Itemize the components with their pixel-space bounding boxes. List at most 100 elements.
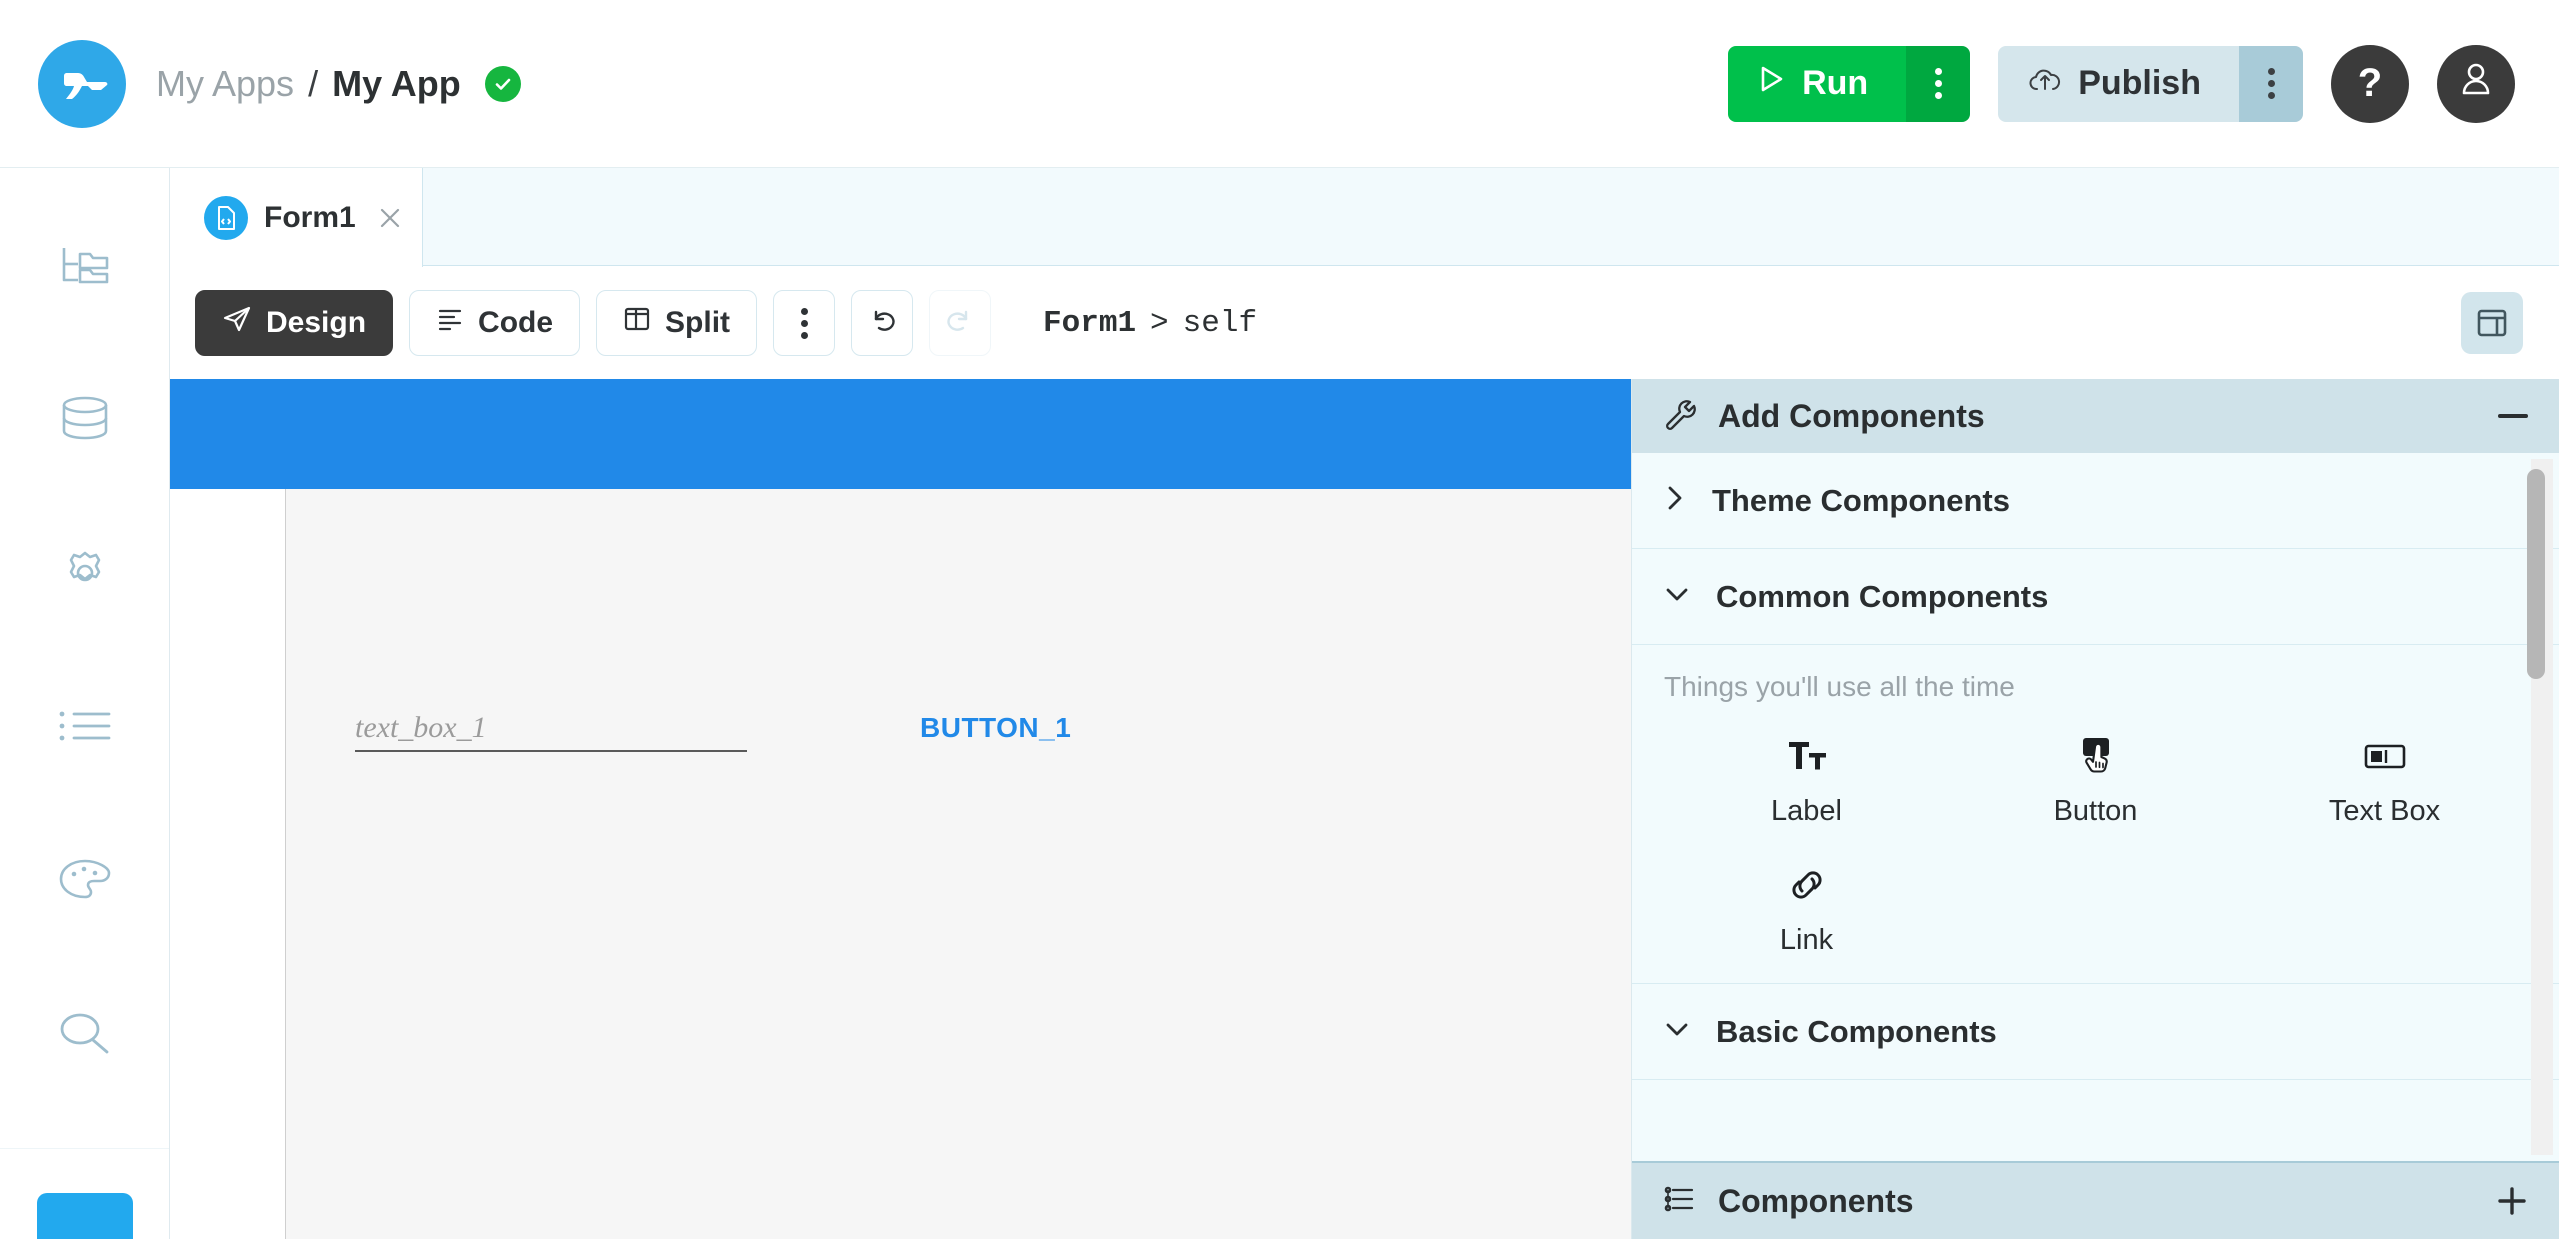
form-body[interactable] (285, 489, 1631, 1239)
run-button-group: Run (1728, 45, 1971, 122)
cursor-arrow-icon (222, 305, 252, 341)
toolbar-breadcrumb-separator: > (1150, 305, 1169, 341)
panel-scrollbar-thumb[interactable] (2527, 469, 2545, 679)
publish-button-label: Publish (2078, 64, 2201, 102)
tab-form1[interactable]: Form1 (170, 168, 423, 267)
editor-toolbar: Design Code Split Form1 > self (170, 267, 2559, 379)
components-footer-header[interactable]: Components (1632, 1161, 2559, 1239)
redo-button[interactable] (929, 290, 992, 356)
left-sidebar (0, 168, 170, 1239)
breadcrumb-current[interactable]: My App (332, 63, 461, 105)
split-tab-button[interactable]: Split (596, 290, 758, 356)
split-panes-icon (623, 306, 651, 340)
add-components-title: Add Components (1718, 397, 1985, 434)
sidebar-new-item-button[interactable] (36, 1193, 133, 1239)
section-theme-components[interactable]: Theme Components (1632, 453, 2559, 549)
form-header-bar[interactable] (170, 379, 1631, 489)
publish-button-group: Publish (1998, 45, 2303, 122)
add-components-header[interactable]: Add Components (1632, 379, 2559, 453)
close-icon[interactable] (376, 204, 404, 232)
form-left-gutter (170, 489, 285, 1239)
publish-menu-button[interactable] (2239, 45, 2303, 122)
list-icon (57, 709, 113, 748)
breadcrumb-parent[interactable]: My Apps (156, 63, 294, 105)
code-lines-icon (436, 306, 464, 340)
anvil-logo-icon[interactable] (38, 39, 126, 128)
undo-button[interactable] (851, 290, 914, 356)
layout-panel-icon[interactable] (2461, 292, 2523, 354)
account-button[interactable] (2437, 44, 2515, 123)
run-menu-button[interactable] (1906, 45, 1971, 122)
section-basic-components-label: Basic Components (1716, 1013, 1997, 1049)
components-footer-title: Components (1718, 1182, 1914, 1219)
canvas-text-box[interactable]: text_box_1 (355, 711, 487, 745)
sidebar-bottom (0, 1148, 169, 1239)
chevron-down-icon (1662, 1016, 1692, 1047)
top-bar: My Apps / My App Run Publish ? (0, 0, 2559, 168)
plus-icon[interactable] (2495, 1184, 2529, 1218)
text-format-icon (1786, 733, 1828, 779)
tab-label: Form1 (264, 200, 356, 234)
play-icon (1758, 64, 1786, 103)
design-tab-label: Design (266, 306, 367, 339)
design-tab-button[interactable]: Design (195, 290, 394, 356)
component-label[interactable]: Label (1662, 733, 1951, 828)
minus-icon[interactable] (2497, 411, 2529, 421)
run-button[interactable]: Run (1728, 45, 1907, 122)
section-basic-components[interactable]: Basic Components (1632, 984, 2559, 1080)
sidebar-item-app-settings[interactable] (37, 533, 133, 617)
component-tree-icon (1662, 1183, 1696, 1220)
help-button[interactable]: ? (2331, 44, 2409, 123)
chevron-right-icon (1662, 483, 1688, 518)
palette-icon (57, 856, 113, 909)
component-text-box-text: Text Box (2328, 795, 2441, 827)
toolbar-breadcrumb-target[interactable]: self (1183, 306, 1257, 341)
toolbar-more-button[interactable] (773, 290, 836, 356)
sidebar-item-search[interactable] (37, 994, 133, 1078)
design-canvas[interactable]: text_box_1 BUTTON_1 (170, 379, 1631, 1239)
add-components-scroll-area: Theme Components Common Components Thing… (1632, 453, 2559, 1161)
kebab-menu-icon (800, 307, 808, 339)
breadcrumb-separator: / (308, 62, 319, 104)
wrench-icon (1662, 397, 1696, 436)
sidebar-item-data-tables[interactable] (37, 380, 133, 464)
component-text-box[interactable]: Text Box (2240, 733, 2529, 828)
search-icon (57, 1008, 113, 1065)
sidebar-item-services[interactable] (37, 687, 133, 771)
publish-button[interactable]: Publish (1998, 45, 2239, 122)
button-cursor-icon (2074, 733, 2118, 779)
editor-tab-strip: Form1 (170, 168, 2559, 267)
component-label-text: Label (1771, 795, 1842, 827)
database-icon (58, 394, 112, 449)
canvas-button-1[interactable]: BUTTON_1 (920, 712, 1071, 744)
common-components-hint: Things you'll use all the time (1664, 671, 2015, 702)
form-file-icon (204, 195, 248, 240)
check-circle-icon (484, 65, 521, 102)
gear-icon (58, 546, 112, 605)
panel-scrollbar-track[interactable] (2527, 459, 2553, 1155)
file-tree-icon (58, 242, 112, 293)
common-components-grid: Label Button Text Box Link (1662, 733, 2529, 957)
toolbar-breadcrumb-form[interactable]: Form1 (1043, 306, 1136, 341)
component-button[interactable]: Button (1951, 733, 2240, 828)
sidebar-item-app-browser[interactable] (37, 226, 133, 310)
right-panel: Add Components Theme Components Common C… (1631, 379, 2559, 1239)
section-common-components-label: Common Components (1716, 578, 2049, 614)
anvil-app-builder: My Apps / My App Run Publish ? Form1 Des… (0, 0, 2559, 1239)
link-chain-icon (1785, 862, 1829, 908)
textbox-icon (2362, 733, 2408, 779)
user-avatar-icon (2457, 59, 2495, 109)
undo-icon (867, 307, 897, 340)
split-tab-label: Split (665, 306, 731, 339)
toolbar-right (2461, 292, 2523, 354)
code-tab-button[interactable]: Code (409, 290, 581, 356)
toolbar-breadcrumb: Form1 > self (1043, 306, 1257, 341)
redo-icon (945, 307, 975, 340)
component-link-text: Link (1779, 924, 1834, 956)
component-link[interactable]: Link (1662, 862, 1951, 957)
section-theme-components-label: Theme Components (1712, 482, 2010, 518)
section-common-components[interactable]: Common Components (1632, 549, 2559, 645)
sidebar-item-theme[interactable] (37, 841, 133, 925)
component-button-text: Button (2053, 795, 2138, 827)
chevron-down-icon (1662, 581, 1692, 612)
